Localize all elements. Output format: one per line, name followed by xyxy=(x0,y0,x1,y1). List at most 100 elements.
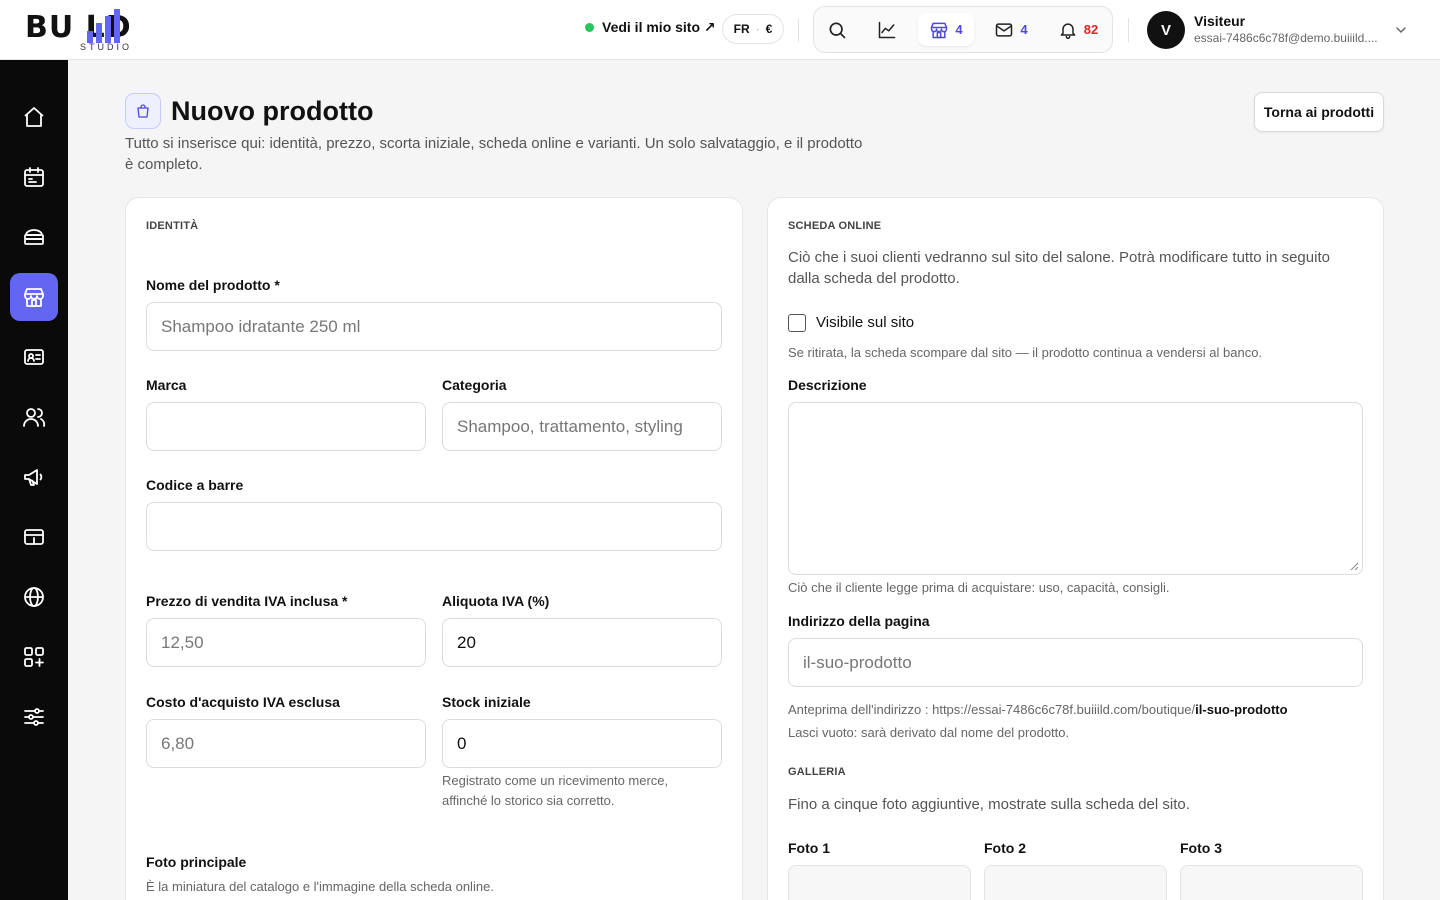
search-button[interactable] xyxy=(822,13,852,46)
user-name[interactable]: Visiteur xyxy=(1194,13,1245,29)
initial-stock-value: 0 xyxy=(457,733,467,753)
language-currency-switcher[interactable]: FR · € xyxy=(722,14,784,44)
messages-count: 4 xyxy=(1020,22,1028,37)
initial-stock-label: Stock iniziale xyxy=(442,694,531,710)
purchase-cost-placeholder: 6,80 xyxy=(161,733,195,753)
separator-dot: · xyxy=(755,22,760,36)
sidebar-item-clients[interactable] xyxy=(10,393,58,441)
address-preview-slug: il-suo-prodotto xyxy=(1195,702,1288,717)
gallery-intro: Fino a cinque foto aggiuntive, mostrate … xyxy=(788,796,1190,813)
contact-card-icon xyxy=(24,349,44,365)
page-address-help: Lasci vuoto: sarà derivato dal nome del … xyxy=(788,725,1070,740)
calendar-icon xyxy=(24,167,44,187)
price-placeholder: 12,50 xyxy=(161,632,204,652)
sidebar-item-home[interactable] xyxy=(10,93,58,141)
page-title: Nuovo prodotto xyxy=(171,96,374,126)
view-site-link[interactable]: Vedi il mio sito ↗ xyxy=(585,19,716,36)
online-intro: Ciò che i suoi clienti vedranno sul sito… xyxy=(788,249,1330,287)
visible-on-site-label[interactable]: Visibile sul sito xyxy=(816,314,914,331)
visible-on-site-checkbox[interactable] xyxy=(788,314,806,332)
photo-3-upload[interactable] xyxy=(1180,865,1363,900)
sidebar-item-contacts[interactable] xyxy=(10,333,58,381)
vat-rate-input[interactable]: 20 xyxy=(442,618,722,667)
store-icon xyxy=(931,22,948,38)
view-site-label: Vedi il mio sito ↗ xyxy=(602,19,716,35)
photo-1-label: Foto 1 xyxy=(788,840,830,856)
back-to-products-button[interactable]: Torna ai prodotti xyxy=(1254,92,1384,132)
initial-stock-input[interactable]: 0 xyxy=(442,719,722,768)
resize-grip-icon[interactable] xyxy=(1350,562,1359,571)
logo-bars-icon xyxy=(87,9,120,43)
price-input[interactable]: 12,50 xyxy=(146,618,426,667)
online-status-dot xyxy=(585,23,594,32)
category-placeholder: Shampoo, trattamento, styling xyxy=(457,416,683,436)
top-bar: BU LD STUDIO Vedi il mio sito ↗ FR · € 4 xyxy=(0,0,1440,60)
currency-symbol: € xyxy=(765,22,773,36)
megaphone-icon xyxy=(24,469,43,486)
brand-input[interactable] xyxy=(146,402,426,451)
sidebar-item-calendar[interactable] xyxy=(10,153,58,201)
user-email: essai-7486c6c78f@demo.buiiild.... xyxy=(1194,31,1378,45)
logo-studio-label: STUDIO xyxy=(80,42,133,52)
mail-icon xyxy=(996,22,1013,37)
page-address-input[interactable]: il-suo-prodotto xyxy=(788,638,1363,687)
section-title-online: SCHEDA ONLINE xyxy=(788,220,882,232)
search-icon xyxy=(829,22,846,38)
product-name-placeholder: Shampoo idratante 250 ml xyxy=(161,316,361,336)
chart-icon xyxy=(878,21,896,38)
sidebar-item-payments[interactable] xyxy=(10,513,58,561)
product-name-input[interactable]: Shampoo idratante 250 ml xyxy=(146,302,722,351)
barcode-label: Codice a barre xyxy=(146,477,244,493)
quick-actions-bar: 4 4 82 xyxy=(813,6,1113,53)
store-button[interactable]: 4 xyxy=(918,13,974,46)
section-title-identity: IDENTITÀ xyxy=(146,220,199,232)
page-address-label: Indirizzo della pagina xyxy=(788,613,930,629)
settings-sliders-icon xyxy=(24,708,44,726)
page-icon xyxy=(125,93,161,129)
services-icon xyxy=(24,229,44,245)
logo[interactable]: BU LD STUDIO xyxy=(25,9,185,53)
apps-icon xyxy=(24,647,44,667)
purchase-cost-input[interactable]: 6,80 xyxy=(146,719,426,768)
description-textarea[interactable] xyxy=(788,402,1363,575)
sidebar-item-services[interactable] xyxy=(10,213,58,261)
sidebar-item-website[interactable] xyxy=(10,573,58,621)
sidebar xyxy=(0,60,68,900)
photo-2-upload[interactable] xyxy=(984,865,1167,900)
barcode-input[interactable] xyxy=(146,502,722,551)
stats-button[interactable] xyxy=(870,13,904,46)
messages-button[interactable]: 4 xyxy=(984,13,1038,46)
address-preview-prefix: Anteprima dell'indirizzo : https://essai… xyxy=(788,702,1196,717)
divider xyxy=(1128,18,1129,42)
chevron-down-icon[interactable] xyxy=(1393,22,1409,38)
initial-stock-help: Registrato come un ricevimento merce, af… xyxy=(442,773,669,808)
notifications-count: 82 xyxy=(1083,22,1099,37)
category-input[interactable]: Shampoo, trattamento, styling xyxy=(442,402,722,451)
photo-3-label: Foto 3 xyxy=(1180,840,1222,856)
globe-icon xyxy=(24,587,44,607)
main-photo-help: È la miniatura del catalogo e l'immagine… xyxy=(146,879,494,894)
visible-on-site-help: Se ritirata, la scheda scompare dal sito… xyxy=(788,345,1263,360)
purchase-cost-label: Costo d'acquisto IVA esclusa xyxy=(146,694,340,710)
sidebar-item-apps[interactable] xyxy=(10,633,58,681)
sidebar-item-marketing[interactable] xyxy=(10,453,58,501)
section-title-gallery: GALLERIA xyxy=(788,766,846,778)
page-subtitle: Tutto si inserisce qui: identità, prezzo… xyxy=(125,135,863,173)
photo-1-upload[interactable] xyxy=(788,865,971,900)
shopping-bag-icon xyxy=(137,104,149,118)
product-name-label: Nome del prodotto * xyxy=(146,277,280,293)
price-label: Prezzo di vendita IVA inclusa * xyxy=(146,593,348,609)
shop-icon xyxy=(24,288,44,307)
category-label: Categoria xyxy=(442,377,507,393)
home-icon xyxy=(24,107,44,127)
sidebar-item-shop[interactable] xyxy=(10,273,58,321)
vat-rate-value: 20 xyxy=(457,632,476,652)
notifications-button[interactable]: 82 xyxy=(1050,13,1106,46)
photo-2-label: Foto 2 xyxy=(984,840,1026,856)
description-help: Ciò che il cliente legge prima di acquis… xyxy=(788,580,1170,595)
avatar[interactable]: V xyxy=(1147,11,1185,49)
main-photo-label: Foto principale xyxy=(146,854,247,870)
sidebar-item-settings[interactable] xyxy=(10,693,58,741)
identity-card: IDENTITÀ Nome del prodotto * Shampoo idr… xyxy=(125,197,743,900)
online-listing-card: SCHEDA ONLINE Ciò che i suoi clienti ved… xyxy=(767,197,1384,900)
